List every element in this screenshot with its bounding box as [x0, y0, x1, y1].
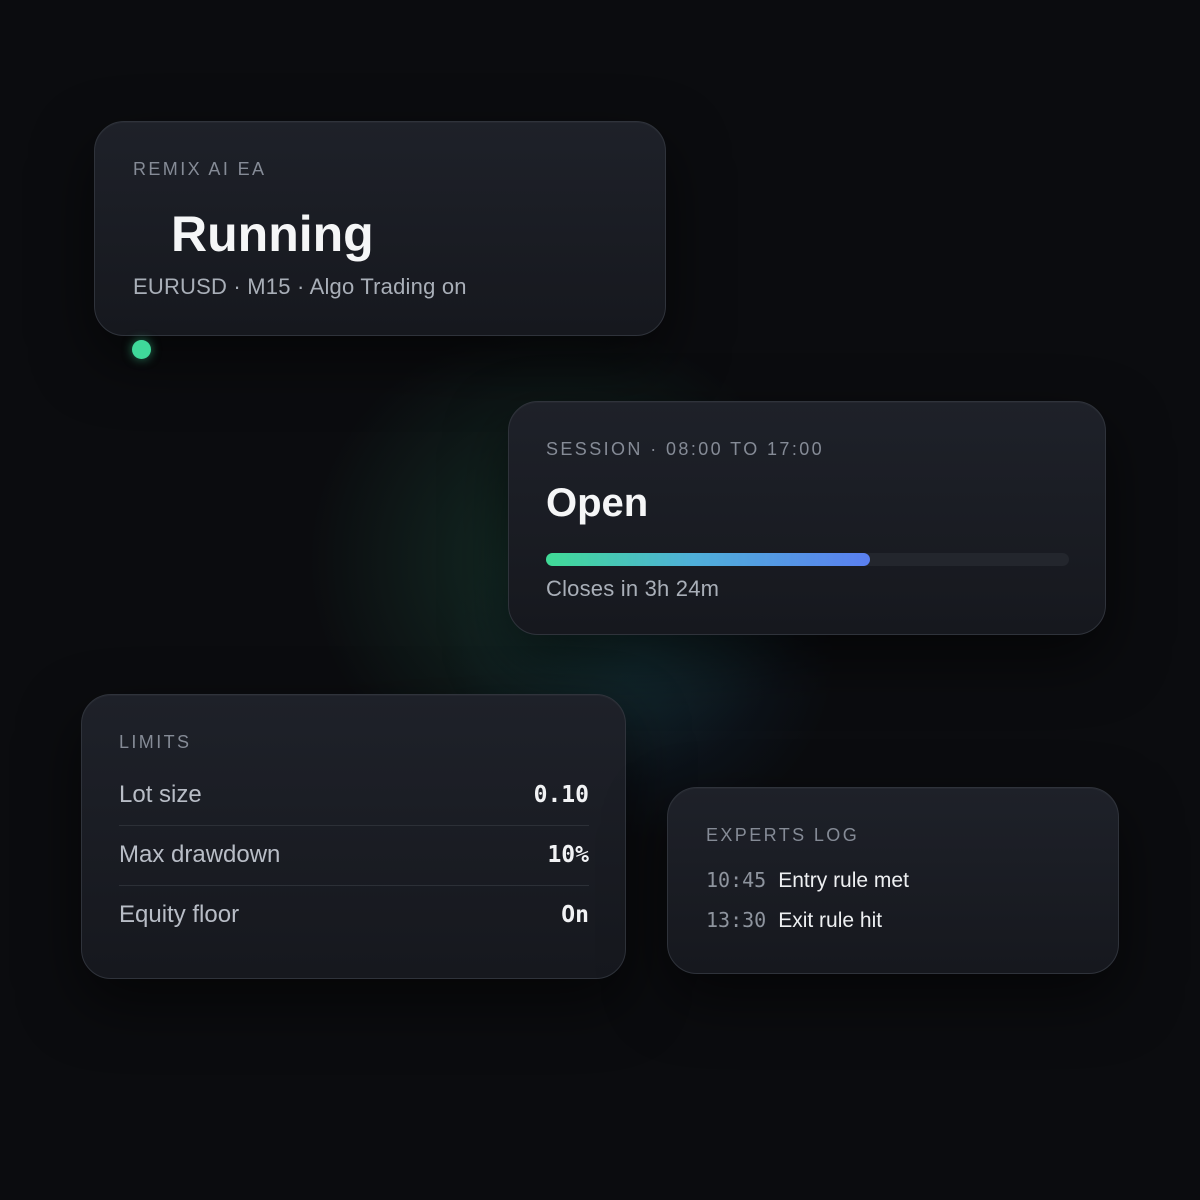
- limit-label: Max drawdown: [119, 841, 281, 868]
- limits-card: LIMITS Lot size 0.10 Max drawdown 10% Eq…: [81, 694, 626, 979]
- limit-row-max-drawdown: Max drawdown 10%: [119, 825, 589, 885]
- limit-row-lot-size: Lot size 0.10: [119, 765, 589, 825]
- limit-label: Equity floor: [119, 901, 240, 928]
- running-indicator-icon: [132, 340, 151, 359]
- ea-state: Running: [171, 206, 374, 262]
- log-entry-time: 13:30: [706, 908, 767, 932]
- experts-log-card: EXPERTS LOG 10:45 Entry rule met 13:30 E…: [667, 787, 1119, 974]
- log-entry: 13:30 Exit rule hit: [706, 908, 882, 933]
- ea-details: EURUSD · M15 · Algo Trading on: [133, 274, 467, 299]
- session-closes-text: Closes in 3h 24m: [546, 576, 720, 601]
- session-progress-bar: [546, 553, 1069, 566]
- limit-row-equity-floor: Equity floor On: [119, 885, 589, 945]
- experts-log-title: EXPERTS LOG: [706, 825, 860, 845]
- dashboard-canvas: REMIX AI EA Running EURUSD · M15 · Algo …: [0, 0, 1200, 1200]
- session-card: SESSION · 08:00 TO 17:00 Open Closes in …: [508, 401, 1106, 635]
- log-entry-message: Entry rule met: [778, 869, 909, 892]
- limit-value: 10%: [547, 842, 589, 868]
- limits-title: LIMITS: [119, 732, 192, 752]
- session-state: Open: [546, 481, 649, 525]
- limit-value: 0.10: [533, 782, 589, 808]
- log-entry: 10:45 Entry rule met: [706, 868, 909, 893]
- log-entry-message: Exit rule hit: [778, 909, 883, 932]
- ea-status-card: REMIX AI EA Running EURUSD · M15 · Algo …: [94, 121, 666, 359]
- session-hours-label: SESSION · 08:00 TO 17:00: [546, 439, 825, 459]
- session-progress-fill: [546, 553, 871, 566]
- ea-name-label: REMIX AI EA: [133, 159, 267, 179]
- limit-value: On: [561, 902, 589, 928]
- limit-label: Lot size: [119, 781, 202, 808]
- log-entry-time: 10:45: [706, 868, 767, 892]
